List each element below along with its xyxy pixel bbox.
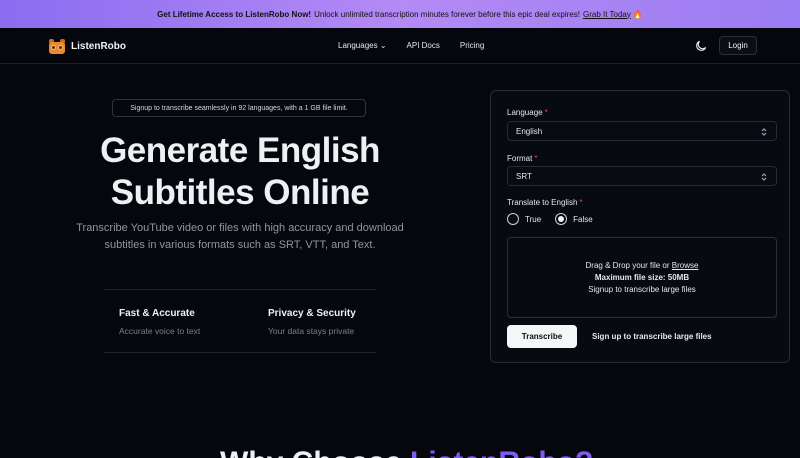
section-heading: Why Choose ListenRobo? [220,446,593,458]
menu-pricing[interactable]: Pricing [460,41,484,50]
signup-pill: Signup to transcribe seamlessly in 92 la… [112,99,366,117]
top-nav: ListenRobo Languages ⌄ API Docs Pricing … [0,28,800,64]
feature-desc: Accurate voice to text [119,326,201,336]
format-label: Format * [507,154,538,163]
promo-headline: Get Lifetime Access to ListenRobo Now! [157,9,312,19]
translate-label: Translate to English * [507,198,583,207]
browse-link[interactable]: Browse [672,261,699,270]
feature-fast: Fast & Accurate Accurate voice to text [119,308,200,336]
transcribe-form: Language * English Format * SRT Translate … [490,90,790,363]
title-line-2: Subtitles Online [110,173,370,212]
transcribe-button[interactable]: Transcribe [507,325,577,348]
format-select[interactable]: SRT [507,166,777,186]
robot-logo-icon [48,38,66,54]
radio-true[interactable]: True [507,213,541,225]
page-title: Generate English Subtitles Online [80,130,400,214]
file-dropzone[interactable]: Drag & Drop your file or Browse Maximum … [507,237,777,318]
language-label: Language * [507,108,548,117]
menu-api-docs[interactable]: API Docs [407,41,440,50]
feature-desc: Your data stays private [268,326,355,336]
promo-body: Unlock unlimited transcription minutes f… [314,9,580,19]
brand-name: ListenRobo [71,40,126,52]
drop-instructions: Drag & Drop your file or Browse [585,260,699,270]
dropzone-note: Signup to transcribe large files [588,284,696,294]
format-value: SRT [516,171,532,181]
promo-banner: Get Lifetime Access to ListenRobo Now! U… [0,0,800,28]
hero-subtitle: Transcribe YouTube video or files with h… [76,222,404,251]
moon-icon[interactable] [694,39,708,53]
menu-languages[interactable]: Languages ⌄ [338,41,387,50]
max-file-size: Maximum file size: 50MB [594,272,690,282]
translate-radio-group: True False [507,213,607,225]
feature-list: Fast & Accurate Accurate voice to text P… [104,289,376,353]
feature-title: Fast & Accurate [119,308,195,319]
radio-circle[interactable] [507,213,519,225]
brand-logo[interactable]: ListenRobo [48,38,126,54]
title-line-1: Generate English [100,131,380,170]
feature-title: Privacy & Security [268,308,356,319]
feature-privacy: Privacy & Security Your data stays priva… [268,308,356,336]
promo-link[interactable]: Grab It Today [583,10,631,19]
signup-link[interactable]: Sign up to transcribe large files [592,332,712,341]
main-menu: Languages ⌄ API Docs Pricing [338,41,504,50]
chevron-updown-icon [760,127,768,137]
fire-icon: 🔥 [632,9,643,19]
radio-circle-selected[interactable] [555,213,568,225]
language-value: English [516,126,543,136]
language-select[interactable]: English [507,121,777,141]
chevron-updown-icon [760,172,768,182]
radio-false[interactable]: False [555,213,593,225]
login-button[interactable]: Login [719,36,757,55]
